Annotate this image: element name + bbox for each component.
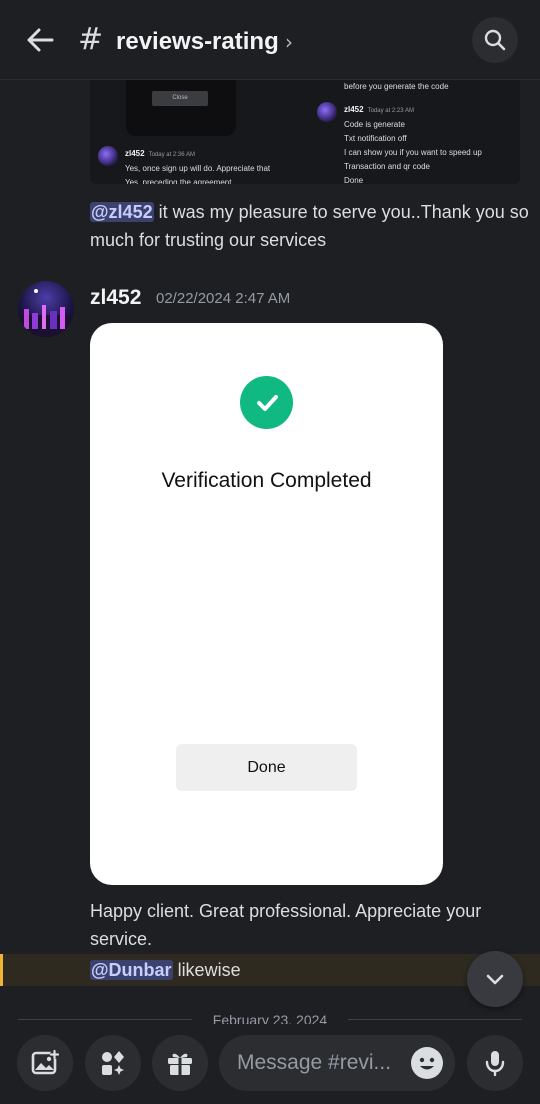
mini-text-top: before you generate the code xyxy=(344,82,449,91)
message-content: @zl452 it was my pleasure to serve you..… xyxy=(90,202,529,250)
done-button: Done xyxy=(176,744,357,791)
message-input[interactable]: Message #revi... xyxy=(219,1035,455,1091)
image-attachment[interactable]: Verification Completed Done xyxy=(90,323,443,885)
previous-image-attachment[interactable]: Close zl452 Today at 2:36 AM Yes, once si… xyxy=(90,80,520,184)
hash-icon: # xyxy=(78,22,104,57)
gift-button[interactable] xyxy=(152,1035,208,1091)
search-button[interactable] xyxy=(472,17,518,63)
microphone-icon xyxy=(485,1051,505,1077)
message-timestamp: 02/22/2024 2:47 AM xyxy=(156,290,291,307)
emoji-face-glyph xyxy=(419,1057,435,1070)
mini-message-right: zl452 Today at 2:23 AM Code is generate T… xyxy=(344,105,482,184)
date-label: February 23, 2024 xyxy=(212,1012,328,1024)
success-badge xyxy=(240,376,293,429)
chevron-right-icon[interactable]: › xyxy=(285,30,293,54)
attach-image-button[interactable] xyxy=(17,1035,73,1091)
back-button[interactable] xyxy=(20,22,60,58)
channel-name[interactable]: reviews-rating xyxy=(116,28,279,56)
city-night-avatar-image xyxy=(18,289,74,337)
author-name[interactable]: zl452 xyxy=(90,284,141,312)
message-input-placeholder: Message #revi... xyxy=(237,1051,392,1074)
divider-line xyxy=(348,1019,522,1020)
voice-message-button[interactable] xyxy=(467,1035,523,1091)
chevron-down-icon xyxy=(486,974,504,985)
user-mention[interactable]: @Dunbar xyxy=(90,960,173,980)
mini-avatar xyxy=(98,146,118,166)
message-composer: Message #revi... xyxy=(0,1024,540,1104)
message-content: @Dunbar likewise xyxy=(90,960,241,980)
message-content: Happy client. Great professional. Apprec… xyxy=(90,901,482,949)
mini-avatar xyxy=(317,102,337,122)
apps-button[interactable] xyxy=(85,1035,141,1091)
image-icon xyxy=(31,1049,60,1075)
avatar[interactable] xyxy=(18,281,74,337)
embedded-close-button: Close xyxy=(152,91,208,106)
verification-title: Verification Completed xyxy=(161,469,372,492)
apps-icon xyxy=(102,1051,124,1075)
user-mention[interactable]: @zl452 xyxy=(90,202,154,222)
checkmark-icon xyxy=(256,394,278,411)
search-icon xyxy=(484,29,506,51)
jump-to-bottom-button[interactable] xyxy=(467,951,523,1007)
message-list[interactable]: Close zl452 Today at 2:36 AM Yes, once si… xyxy=(0,80,540,1024)
back-arrow-icon xyxy=(27,28,54,52)
emoji-icon[interactable] xyxy=(411,1047,443,1079)
date-divider: February 23, 2024 xyxy=(18,1010,522,1024)
embedded-phone-screen: Close xyxy=(126,80,236,136)
gift-icon xyxy=(168,1053,192,1075)
channel-header: # reviews-rating › xyxy=(0,0,540,80)
mini-message-left: zl452 Today at 2:36 AM Yes, once sign up … xyxy=(125,149,271,184)
